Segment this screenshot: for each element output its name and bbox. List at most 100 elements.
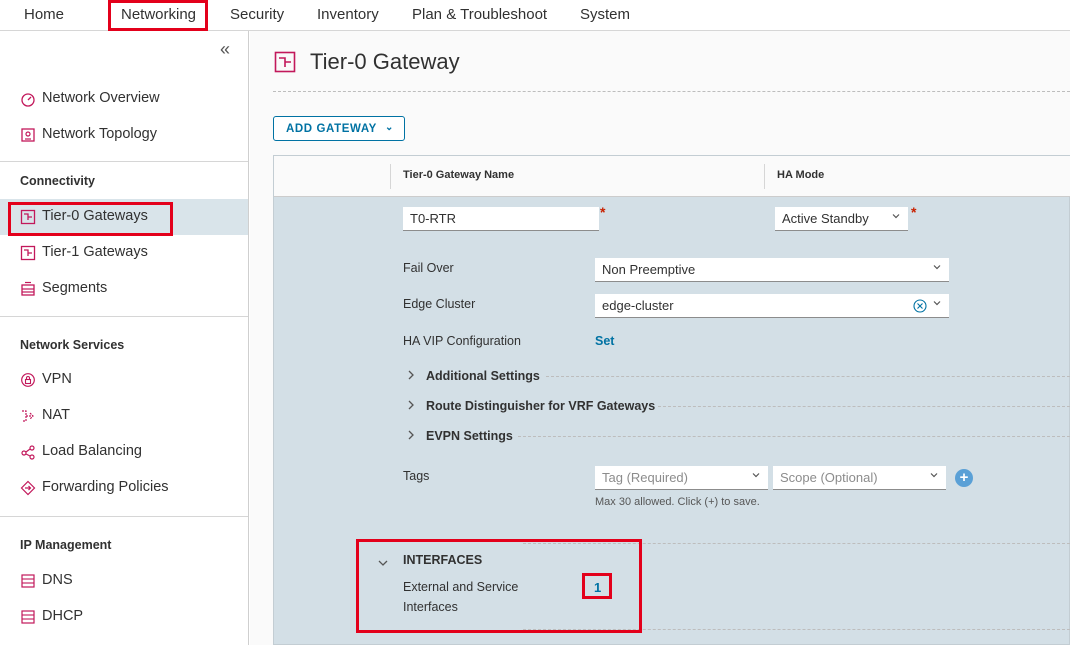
section-heading-network-services: Network Services [20, 338, 125, 352]
sidebar-item-label: Network Overview [42, 90, 160, 106]
sidebar-item-vpn[interactable]: VPN [0, 362, 248, 398]
divider [523, 543, 1070, 544]
chevron-down-icon[interactable] [377, 558, 389, 568]
sidebar-item-label: DNS [42, 572, 73, 588]
scope-input[interactable]: Scope (Optional) [773, 466, 946, 490]
page-title: Tier-0 Gateway [310, 49, 460, 74]
sidebar-item-label: Forwarding Policies [42, 479, 169, 495]
column-separator [390, 164, 391, 189]
tab-plan-troubleshoot[interactable]: Plan & Troubleshoot [412, 6, 547, 23]
expander-additional-settings[interactable]: Additional Settings [408, 369, 540, 383]
lock-icon [21, 373, 35, 387]
tags-label: Tags [403, 469, 430, 483]
server-icon [21, 574, 35, 588]
segments-icon [21, 281, 35, 296]
sidebar-item-nat[interactable]: NAT [0, 398, 248, 434]
add-gateway-button[interactable]: ADD GATEWAY ⌄ [273, 116, 405, 141]
tab-security[interactable]: Security [230, 6, 284, 23]
ha-vip-label: HA VIP Configuration [403, 334, 521, 348]
sidebar-item-label: NAT [42, 407, 70, 423]
interfaces-label-line2: Interfaces [403, 600, 458, 614]
edge-cluster-label: Edge Cluster [403, 297, 476, 311]
interfaces-count-link[interactable]: 1 [594, 580, 601, 595]
expander-label: Additional Settings [426, 369, 540, 383]
chevron-down-icon: ⌄ [385, 122, 394, 133]
divider [523, 629, 1070, 630]
interfaces-heading: INTERFACES [403, 553, 483, 567]
sidebar-item-label: VPN [42, 371, 72, 387]
divider [0, 316, 248, 317]
sidebar-item-forwarding-policies[interactable]: Forwarding Policies [0, 470, 248, 506]
sidebar: « Network Overview Network Topology Conn… [0, 31, 249, 645]
chevron-down-icon [933, 265, 941, 270]
add-tag-icon[interactable]: + [955, 469, 973, 487]
tab-inventory[interactable]: Inventory [317, 6, 379, 23]
double-chevron-left-icon[interactable]: « [220, 39, 230, 60]
chevron-right-icon [408, 370, 414, 380]
sidebar-item-load-balancing[interactable]: Load Balancing [0, 434, 248, 470]
sidebar-item-label: DHCP [42, 608, 84, 624]
fail-over-value: Non Preemptive [602, 262, 696, 277]
divider [0, 516, 248, 517]
sidebar-item-dhcp[interactable]: DHCP [0, 599, 248, 635]
chevron-down-icon [933, 301, 941, 306]
chevron-down-icon [930, 473, 938, 478]
speedometer-icon [21, 93, 35, 107]
load-balancer-icon [21, 445, 35, 460]
tab-home[interactable]: Home [24, 6, 64, 23]
divider [518, 436, 1070, 437]
expander-route-distinguisher[interactable]: Route Distinguisher for VRF Gateways [408, 399, 656, 413]
tab-networking[interactable]: Networking [121, 6, 196, 23]
scope-placeholder: Scope (Optional) [780, 470, 878, 485]
sidebar-item-tier1-gateways[interactable]: Tier-1 Gateways [0, 235, 248, 271]
fail-over-select[interactable]: Non Preemptive [595, 258, 949, 282]
gateway-icon [274, 51, 296, 73]
gateway-icon [20, 245, 36, 261]
expander-label: EVPN Settings [426, 429, 513, 443]
sidebar-item-segments[interactable]: Segments [0, 271, 248, 307]
gateway-name-input[interactable]: T0-RTR [403, 207, 599, 231]
edge-cluster-select[interactable]: edge-cluster [595, 294, 949, 318]
sidebar-item-network-overview[interactable]: Network Overview [0, 81, 248, 117]
divider [273, 91, 1070, 92]
add-gateway-label: ADD GATEWAY [286, 123, 377, 135]
sidebar-item-network-topology[interactable]: Network Topology [0, 117, 248, 153]
server-icon [21, 610, 35, 624]
gateway-icon [20, 209, 36, 225]
sidebar-item-label: Load Balancing [42, 443, 142, 459]
gateway-grid: Tier-0 Gateway Name HA Mode T0-RTR * Act… [273, 155, 1070, 645]
grid-header: Tier-0 Gateway Name HA Mode [274, 156, 1070, 197]
sidebar-item-label: Network Topology [42, 126, 157, 142]
column-header-name[interactable]: Tier-0 Gateway Name [403, 169, 514, 181]
divider [546, 376, 1070, 377]
column-header-ha-mode[interactable]: HA Mode [777, 169, 824, 181]
sidebar-item-label: Segments [42, 280, 108, 296]
expander-label: Route Distinguisher for VRF Gateways [426, 399, 656, 413]
forwarding-icon [20, 480, 36, 496]
fail-over-label: Fail Over [403, 261, 454, 275]
edge-cluster-value: edge-cluster [602, 298, 674, 313]
chevron-right-icon [408, 400, 414, 410]
required-indicator: * [911, 204, 917, 220]
section-heading-ip-management: IP Management [20, 538, 112, 552]
main-content: Tier-0 Gateway ADD GATEWAY ⌄ Tier-0 Gate… [250, 31, 1070, 645]
tags-hint: Max 30 allowed. Click (+) to save. [595, 496, 760, 508]
tag-input[interactable]: Tag (Required) [595, 466, 768, 490]
chevron-right-icon [408, 430, 414, 440]
top-nav: Home Networking Security Inventory Plan … [0, 0, 1070, 31]
expander-evpn-settings[interactable]: EVPN Settings [408, 429, 513, 443]
tag-placeholder: Tag (Required) [602, 470, 688, 485]
chevron-down-icon [892, 214, 900, 219]
sidebar-item-tier0-gateways[interactable]: Tier-0 Gateways [0, 199, 248, 235]
section-heading-connectivity: Connectivity [20, 174, 96, 188]
ha-vip-set-link[interactable]: Set [595, 334, 614, 348]
topology-icon [21, 128, 35, 142]
ha-mode-value: Active Standby [782, 211, 869, 226]
divider [0, 161, 248, 162]
divider [658, 406, 1070, 407]
clear-icon[interactable] [913, 299, 927, 313]
ha-mode-select[interactable]: Active Standby [775, 207, 908, 231]
sidebar-item-dns[interactable]: DNS [0, 563, 248, 599]
sidebar-item-label: Tier-1 Gateways [42, 244, 148, 260]
tab-system[interactable]: System [580, 6, 630, 23]
